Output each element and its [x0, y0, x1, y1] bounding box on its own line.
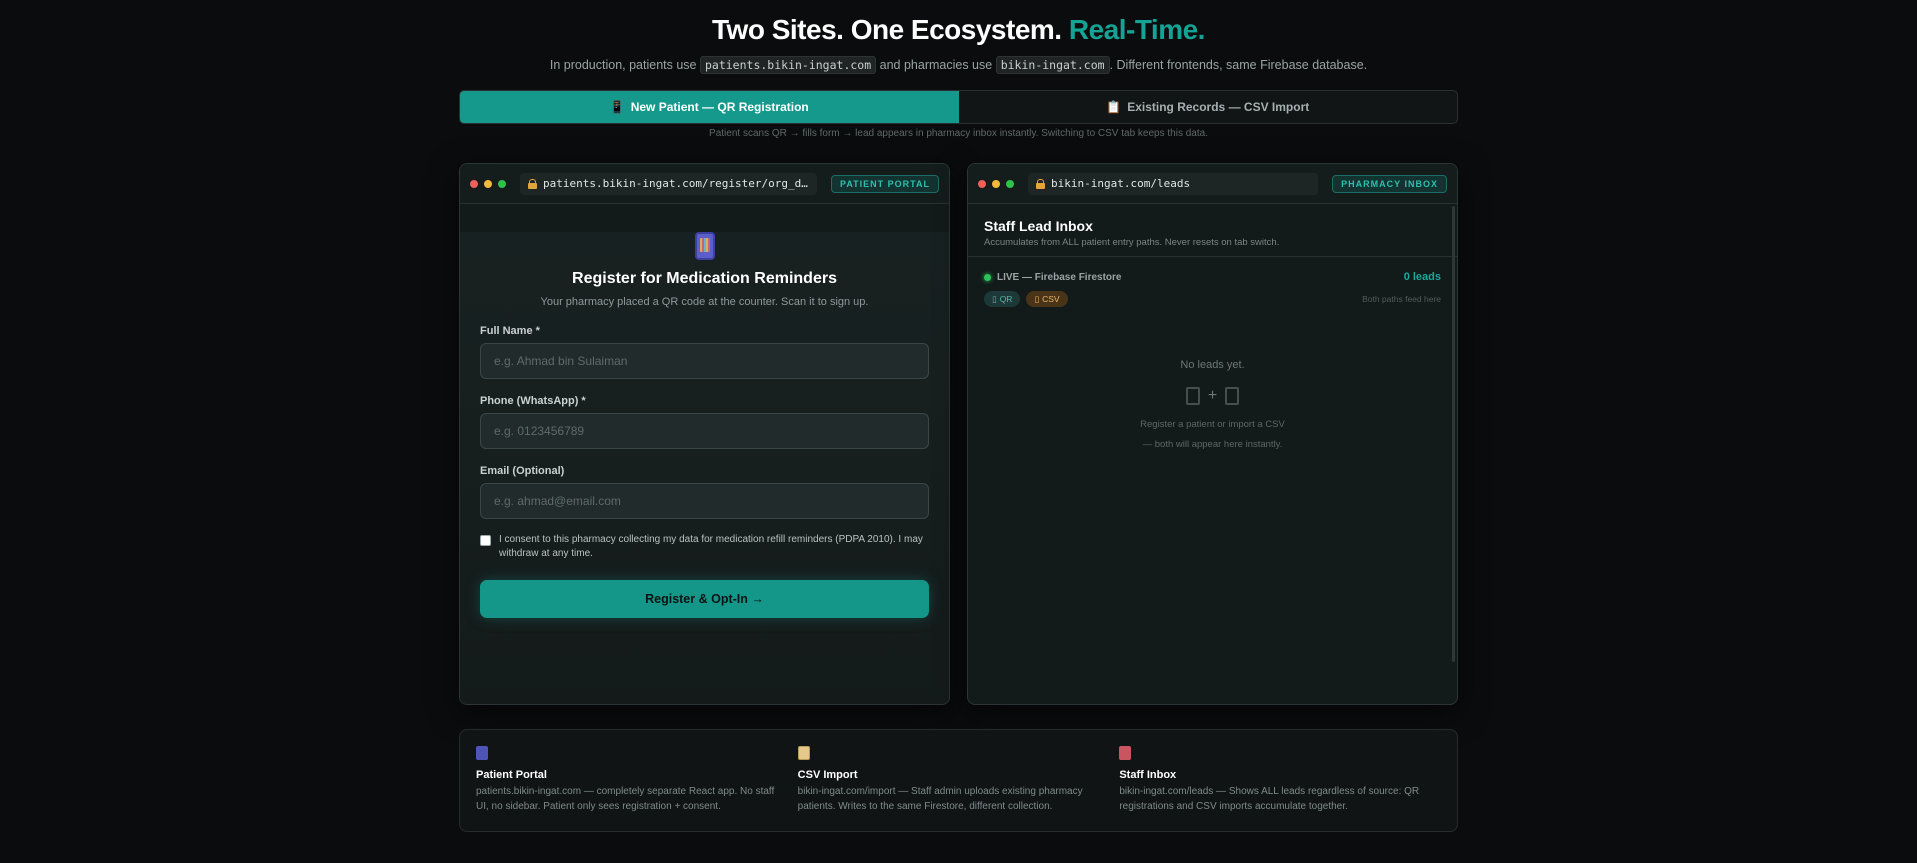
empty-state-hint: Register a patient or import a CSV — bot…: [968, 415, 1457, 455]
phone-icon: 📱: [609, 100, 625, 114]
url-text: bikin-ingat.com/leads: [1051, 177, 1191, 190]
live-status: LIVE — Firebase Firestore: [984, 272, 1122, 283]
pharmacy-domain-code: bikin-ingat.com: [995, 56, 1110, 74]
maximize-window-dot[interactable]: [1006, 179, 1014, 188]
email-input[interactable]: [480, 483, 929, 519]
minimize-window-dot[interactable]: [484, 179, 492, 188]
consent-text: I consent to this pharmacy collecting my…: [499, 534, 923, 559]
consent-row: I consent to this pharmacy collecting my…: [480, 533, 929, 561]
mobile-phone-icon: [694, 232, 715, 260]
url-text: patients.bikin-ingat.com/register/org_de…: [543, 177, 809, 190]
hero-title-main: Two Sites. One Ecosystem.: [712, 14, 1062, 45]
registration-form: Register for Medication Reminders Your p…: [460, 232, 949, 704]
phone-label: Phone (WhatsApp) *: [480, 395, 586, 407]
tab-label: Existing Records — CSV Import: [1127, 100, 1310, 114]
minimize-window-dot[interactable]: [992, 179, 1000, 188]
tab-label: New Patient — QR Registration: [630, 100, 809, 114]
lock-icon: [528, 178, 537, 189]
info-title: Staff Inbox: [1119, 769, 1177, 781]
phone-icon: ▯: [992, 293, 997, 304]
address-bar[interactable]: bikin-ingat.com/leads: [1028, 172, 1319, 195]
inbox-scrollbar[interactable]: [1452, 206, 1455, 662]
csv-source-chip: ▯ CSV: [1026, 291, 1068, 307]
source-chips-row: ▯ QR ▯ CSV Both paths feed here: [968, 283, 1457, 307]
close-window-dot[interactable]: [978, 179, 986, 188]
browser-chrome: bikin-ingat.com/leads PHARMACY INBOX: [968, 164, 1457, 204]
maximize-window-dot[interactable]: [498, 179, 506, 188]
form-title: Register for Medication Reminders: [572, 270, 837, 287]
consent-checkbox[interactable]: [480, 535, 491, 546]
architecture-info-panel: Patient Portal patients.bikin-ingat.com …: [459, 729, 1458, 832]
hero-title: Two Sites. One Ecosystem. Real-Time.: [0, 14, 1917, 46]
live-indicator-icon: [984, 273, 991, 281]
empty-state-icons: +: [968, 387, 1457, 405]
tab-qr-registration[interactable]: 📱 New Patient — QR Registration: [460, 91, 959, 123]
hero-sub-prefix: In production, patients use: [549, 58, 697, 72]
phone-input[interactable]: [480, 413, 929, 449]
mode-tabs: 📱 New Patient — QR Registration 📋 Existi…: [459, 90, 1458, 124]
clipboard-icon: ▯: [1034, 293, 1040, 304]
phone-icon: [476, 746, 488, 760]
empty-state: No leads yet. + Register a patient or im…: [968, 359, 1457, 455]
patient-portal-window: patients.bikin-ingat.com/register/org_de…: [459, 163, 950, 705]
info-text: patients.bikin-ingat.com — completely se…: [476, 786, 775, 812]
hero-title-accent: Real-Time.: [1068, 14, 1206, 45]
info-title: CSV Import: [797, 769, 858, 781]
form-subtitle: Your pharmacy placed a QR code at the co…: [540, 296, 869, 308]
address-bar[interactable]: patients.bikin-ingat.com/register/org_de…: [520, 172, 817, 195]
live-label: LIVE — Firebase Firestore: [997, 271, 1122, 283]
inbox-status-row: LIVE — Firebase Firestore 0 leads: [968, 257, 1457, 283]
qr-source-chip: ▯ QR: [984, 291, 1021, 307]
hero-subtitle: In production, patients use patients.bik…: [0, 56, 1917, 74]
info-staff-inbox: Staff Inbox bikin-ingat.com/leads — Show…: [1119, 730, 1441, 831]
plus-sign: +: [1207, 387, 1218, 404]
inbox-subtitle: Accumulates from ALL patient entry paths…: [984, 237, 1280, 248]
hero-sub-suffix: . Different frontends, same Firebase dat…: [1109, 58, 1368, 72]
chip-label: CSV: [1042, 294, 1060, 304]
lead-count: 0 leads: [1403, 271, 1441, 283]
info-csv-import: CSV Import bikin-ingat.com/import — Staf…: [797, 730, 1120, 831]
close-window-dot[interactable]: [470, 179, 478, 188]
source-chips: ▯ QR ▯ CSV: [984, 291, 1068, 307]
info-text: bikin-ingat.com/import — Staff admin upl…: [797, 786, 1083, 812]
register-opt-in-button[interactable]: Register & Opt-In →: [480, 580, 929, 618]
browser-chrome: patients.bikin-ingat.com/register/org_de…: [460, 164, 949, 204]
full-name-input[interactable]: [480, 343, 929, 379]
patient-domain-code: patients.bikin-ingat.com: [699, 56, 877, 74]
info-text: bikin-ingat.com/leads — Shows ALL leads …: [1119, 786, 1420, 812]
info-title: Patient Portal: [476, 769, 547, 781]
hero-sub-middle: and pharmacies use: [879, 58, 993, 72]
tab-csv-import[interactable]: 📋 Existing Records — CSV Import: [959, 91, 1458, 123]
pharmacy-inbox-badge: PHARMACY INBOX: [1332, 174, 1447, 193]
empty-state-title: No leads yet.: [1180, 359, 1245, 371]
email-label: Email (Optional): [480, 465, 565, 477]
lock-icon: [1036, 178, 1045, 189]
chip-label: QR: [999, 294, 1013, 304]
inbox-title: Staff Lead Inbox: [984, 218, 1093, 234]
empty-hint-line-2: — both will appear here instantly.: [1142, 439, 1283, 450]
clipboard-icon: 📋: [1106, 100, 1122, 114]
store-icon: [1119, 746, 1132, 760]
clipboard-icon: [1225, 387, 1240, 405]
empty-hint-line-1: Register a patient or import a CSV: [1140, 419, 1285, 430]
both-paths-note: Both paths feed here: [1362, 294, 1441, 304]
phone-icon: [1185, 387, 1200, 405]
info-patient-portal: Patient Portal patients.bikin-ingat.com …: [476, 730, 798, 831]
pharmacy-inbox-window: bikin-ingat.com/leads PHARMACY INBOX Sta…: [967, 163, 1458, 705]
inbox-header: Staff Lead Inbox Accumulates from ALL pa…: [968, 204, 1457, 257]
clipboard-icon: [797, 746, 810, 760]
tab-hint: Patient scans QR → fills form → lead app…: [709, 128, 1208, 139]
full-name-label: Full Name *: [480, 325, 540, 337]
patient-portal-badge: PATIENT PORTAL: [831, 174, 939, 193]
